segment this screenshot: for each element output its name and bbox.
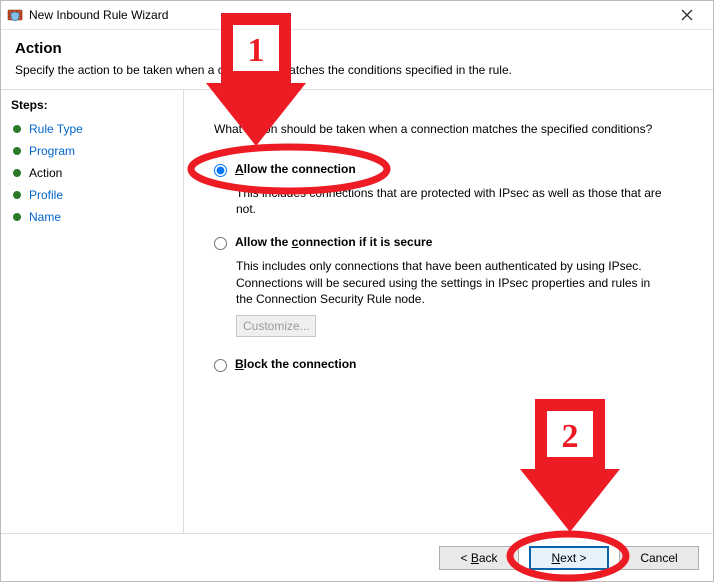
bullet-icon [13,147,21,155]
titlebar: New Inbound Rule Wizard [1,1,713,30]
option-allow-label: Allow the connection [235,162,356,176]
bullet-icon [13,125,21,133]
option-allow-desc: This includes connections that are prote… [236,185,666,217]
wizard-window: New Inbound Rule Wizard Action Specify t… [0,0,714,582]
back-button[interactable]: < Back [439,546,519,570]
step-label: Action [29,166,62,180]
next-button[interactable]: Next > [529,546,609,570]
option-block[interactable]: Block the connection [214,357,691,372]
steps-sidebar: Steps: Rule Type Program Action Profile … [1,90,184,533]
bullet-icon [13,169,21,177]
step-label: Name [29,210,61,224]
radio-allow[interactable] [214,164,227,177]
bullet-icon [13,191,21,199]
option-allow-secure[interactable]: Allow the connection if it is secure [214,235,691,250]
option-allow-secure-desc: This includes only connections that have… [236,258,666,307]
radio-block[interactable] [214,359,227,372]
page-title: Action [15,40,699,57]
step-name[interactable]: Name [11,206,173,228]
step-action[interactable]: Action [11,162,173,184]
cancel-button[interactable]: Cancel [619,546,699,570]
step-label: Program [29,144,75,158]
option-allow[interactable]: Allow the connection [214,162,691,177]
step-profile[interactable]: Profile [11,184,173,206]
step-label: Rule Type [29,122,83,136]
step-program[interactable]: Program [11,140,173,162]
bullet-icon [13,213,21,221]
customize-button: Customize... [236,315,316,337]
page-description: Specify the action to be taken when a co… [15,63,699,77]
main-panel: What action should be taken when a conne… [184,90,713,533]
option-allow-secure-label: Allow the connection if it is secure [235,235,432,249]
body: Steps: Rule Type Program Action Profile … [1,90,713,533]
question-text: What action should be taken when a conne… [214,122,691,136]
close-icon [681,9,693,21]
footer: < Back Next > Cancel [1,533,713,581]
close-button[interactable] [667,1,707,29]
firewall-icon [7,7,23,23]
steps-heading: Steps: [11,98,173,112]
radio-allow-secure[interactable] [214,237,227,250]
option-block-label: Block the connection [235,357,356,371]
window-title: New Inbound Rule Wizard [29,8,667,22]
step-rule-type[interactable]: Rule Type [11,118,173,140]
step-label: Profile [29,188,63,202]
page-header: Action Specify the action to be taken wh… [1,30,713,90]
